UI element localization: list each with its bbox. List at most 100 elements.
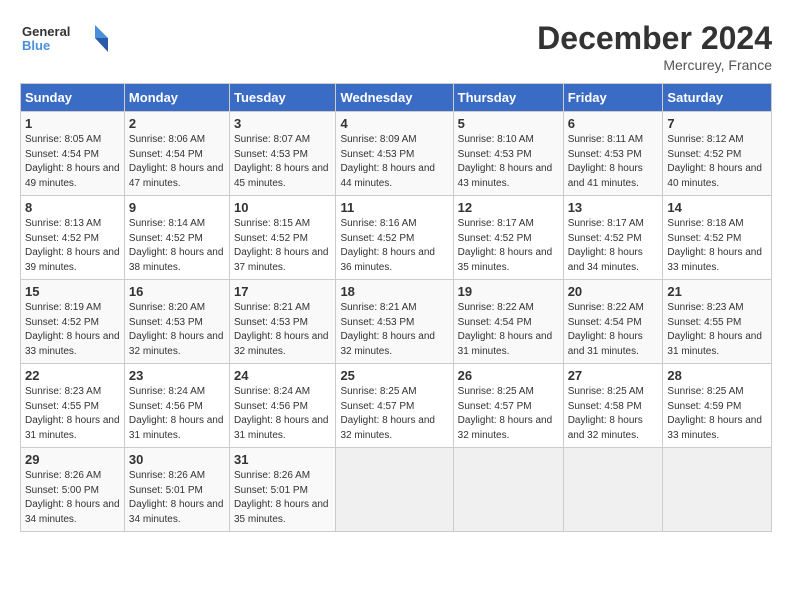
day-info: Sunrise: 8:20 AM Sunset: 4:53 PM Dayligh… [129, 301, 225, 359]
col-monday: Monday [124, 84, 229, 112]
logo: General Blue [20, 20, 110, 60]
calendar-week-row: 8 Sunrise: 8:13 AM Sunset: 4:52 PM Dayli… [21, 196, 772, 280]
table-row: 26 Sunrise: 8:25 AM Sunset: 4:57 PM Dayl… [453, 364, 563, 448]
title-area: December 2024 Mercurey, France [537, 20, 772, 73]
day-number: 1 [25, 116, 120, 131]
table-row [453, 448, 563, 532]
logo-svg: General Blue [20, 20, 110, 60]
table-row: 21 Sunrise: 8:23 AM Sunset: 4:55 PM Dayl… [663, 280, 772, 364]
day-number: 6 [568, 116, 659, 131]
table-row: 2 Sunrise: 8:06 AM Sunset: 4:54 PM Dayli… [124, 112, 229, 196]
table-row: 16 Sunrise: 8:20 AM Sunset: 4:53 PM Dayl… [124, 280, 229, 364]
day-number: 25 [340, 368, 448, 383]
svg-text:General: General [22, 24, 70, 39]
day-info: Sunrise: 8:23 AM Sunset: 4:55 PM Dayligh… [667, 301, 767, 359]
day-number: 24 [234, 368, 331, 383]
table-row: 12 Sunrise: 8:17 AM Sunset: 4:52 PM Dayl… [453, 196, 563, 280]
calendar-header-row: Sunday Monday Tuesday Wednesday Thursday… [21, 84, 772, 112]
table-row: 14 Sunrise: 8:18 AM Sunset: 4:52 PM Dayl… [663, 196, 772, 280]
day-number: 8 [25, 200, 120, 215]
col-wednesday: Wednesday [336, 84, 453, 112]
day-info: Sunrise: 8:07 AM Sunset: 4:53 PM Dayligh… [234, 133, 331, 191]
day-number: 31 [234, 452, 331, 467]
col-thursday: Thursday [453, 84, 563, 112]
table-row: 1 Sunrise: 8:05 AM Sunset: 4:54 PM Dayli… [21, 112, 125, 196]
day-number: 20 [568, 284, 659, 299]
day-info: Sunrise: 8:25 AM Sunset: 4:57 PM Dayligh… [458, 385, 559, 443]
table-row: 8 Sunrise: 8:13 AM Sunset: 4:52 PM Dayli… [21, 196, 125, 280]
day-info: Sunrise: 8:16 AM Sunset: 4:52 PM Dayligh… [340, 217, 448, 275]
day-info: Sunrise: 8:14 AM Sunset: 4:52 PM Dayligh… [129, 217, 225, 275]
day-info: Sunrise: 8:10 AM Sunset: 4:53 PM Dayligh… [458, 133, 559, 191]
table-row: 28 Sunrise: 8:25 AM Sunset: 4:59 PM Dayl… [663, 364, 772, 448]
table-row: 31 Sunrise: 8:26 AM Sunset: 5:01 PM Dayl… [229, 448, 335, 532]
day-number: 17 [234, 284, 331, 299]
table-row: 19 Sunrise: 8:22 AM Sunset: 4:54 PM Dayl… [453, 280, 563, 364]
table-row: 7 Sunrise: 8:12 AM Sunset: 4:52 PM Dayli… [663, 112, 772, 196]
col-friday: Friday [563, 84, 663, 112]
calendar-week-row: 22 Sunrise: 8:23 AM Sunset: 4:55 PM Dayl… [21, 364, 772, 448]
day-info: Sunrise: 8:21 AM Sunset: 4:53 PM Dayligh… [234, 301, 331, 359]
day-info: Sunrise: 8:09 AM Sunset: 4:53 PM Dayligh… [340, 133, 448, 191]
day-number: 11 [340, 200, 448, 215]
day-number: 5 [458, 116, 559, 131]
day-number: 18 [340, 284, 448, 299]
table-row: 9 Sunrise: 8:14 AM Sunset: 4:52 PM Dayli… [124, 196, 229, 280]
day-info: Sunrise: 8:25 AM Sunset: 4:57 PM Dayligh… [340, 385, 448, 443]
day-info: Sunrise: 8:11 AM Sunset: 4:53 PM Dayligh… [568, 133, 659, 191]
day-number: 21 [667, 284, 767, 299]
day-number: 29 [25, 452, 120, 467]
day-number: 13 [568, 200, 659, 215]
table-row: 5 Sunrise: 8:10 AM Sunset: 4:53 PM Dayli… [453, 112, 563, 196]
calendar-week-row: 29 Sunrise: 8:26 AM Sunset: 5:00 PM Dayl… [21, 448, 772, 532]
table-row: 6 Sunrise: 8:11 AM Sunset: 4:53 PM Dayli… [563, 112, 663, 196]
day-number: 30 [129, 452, 225, 467]
day-number: 10 [234, 200, 331, 215]
day-number: 28 [667, 368, 767, 383]
table-row: 11 Sunrise: 8:16 AM Sunset: 4:52 PM Dayl… [336, 196, 453, 280]
col-tuesday: Tuesday [229, 84, 335, 112]
day-info: Sunrise: 8:15 AM Sunset: 4:52 PM Dayligh… [234, 217, 331, 275]
table-row: 23 Sunrise: 8:24 AM Sunset: 4:56 PM Dayl… [124, 364, 229, 448]
col-sunday: Sunday [21, 84, 125, 112]
day-number: 9 [129, 200, 225, 215]
day-info: Sunrise: 8:23 AM Sunset: 4:55 PM Dayligh… [25, 385, 120, 443]
day-number: 22 [25, 368, 120, 383]
table-row: 22 Sunrise: 8:23 AM Sunset: 4:55 PM Dayl… [21, 364, 125, 448]
day-number: 27 [568, 368, 659, 383]
table-row: 15 Sunrise: 8:19 AM Sunset: 4:52 PM Dayl… [21, 280, 125, 364]
location-subtitle: Mercurey, France [537, 57, 772, 73]
table-row: 25 Sunrise: 8:25 AM Sunset: 4:57 PM Dayl… [336, 364, 453, 448]
table-row: 18 Sunrise: 8:21 AM Sunset: 4:53 PM Dayl… [336, 280, 453, 364]
day-info: Sunrise: 8:26 AM Sunset: 5:01 PM Dayligh… [234, 469, 331, 527]
table-row: 3 Sunrise: 8:07 AM Sunset: 4:53 PM Dayli… [229, 112, 335, 196]
calendar-week-row: 1 Sunrise: 8:05 AM Sunset: 4:54 PM Dayli… [21, 112, 772, 196]
day-number: 16 [129, 284, 225, 299]
day-info: Sunrise: 8:25 AM Sunset: 4:58 PM Dayligh… [568, 385, 659, 443]
calendar-week-row: 15 Sunrise: 8:19 AM Sunset: 4:52 PM Dayl… [21, 280, 772, 364]
day-info: Sunrise: 8:13 AM Sunset: 4:52 PM Dayligh… [25, 217, 120, 275]
day-info: Sunrise: 8:06 AM Sunset: 4:54 PM Dayligh… [129, 133, 225, 191]
day-info: Sunrise: 8:25 AM Sunset: 4:59 PM Dayligh… [667, 385, 767, 443]
calendar-table: Sunday Monday Tuesday Wednesday Thursday… [20, 83, 772, 532]
table-row [663, 448, 772, 532]
day-info: Sunrise: 8:17 AM Sunset: 4:52 PM Dayligh… [568, 217, 659, 275]
table-row: 4 Sunrise: 8:09 AM Sunset: 4:53 PM Dayli… [336, 112, 453, 196]
day-info: Sunrise: 8:22 AM Sunset: 4:54 PM Dayligh… [568, 301, 659, 359]
table-row: 20 Sunrise: 8:22 AM Sunset: 4:54 PM Dayl… [563, 280, 663, 364]
table-row: 10 Sunrise: 8:15 AM Sunset: 4:52 PM Dayl… [229, 196, 335, 280]
day-number: 7 [667, 116, 767, 131]
day-number: 14 [667, 200, 767, 215]
day-info: Sunrise: 8:26 AM Sunset: 5:00 PM Dayligh… [25, 469, 120, 527]
svg-text:Blue: Blue [22, 38, 50, 53]
day-number: 26 [458, 368, 559, 383]
day-number: 19 [458, 284, 559, 299]
day-number: 3 [234, 116, 331, 131]
table-row: 30 Sunrise: 8:26 AM Sunset: 5:01 PM Dayl… [124, 448, 229, 532]
day-number: 2 [129, 116, 225, 131]
day-info: Sunrise: 8:24 AM Sunset: 4:56 PM Dayligh… [129, 385, 225, 443]
day-info: Sunrise: 8:19 AM Sunset: 4:52 PM Dayligh… [25, 301, 120, 359]
day-info: Sunrise: 8:18 AM Sunset: 4:52 PM Dayligh… [667, 217, 767, 275]
table-row: 13 Sunrise: 8:17 AM Sunset: 4:52 PM Dayl… [563, 196, 663, 280]
day-number: 12 [458, 200, 559, 215]
